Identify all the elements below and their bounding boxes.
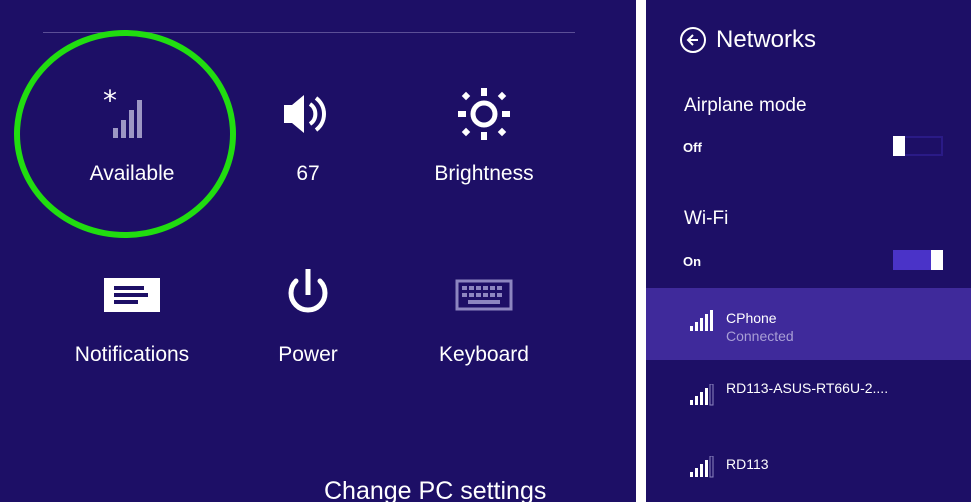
power-label: Power bbox=[278, 343, 338, 366]
change-pc-settings-link[interactable]: Change PC settings bbox=[324, 477, 546, 502]
networks-header: Networks bbox=[680, 26, 816, 54]
notifications-tile[interactable]: Notifications bbox=[42, 263, 222, 367]
brightness-label: Brightness bbox=[434, 162, 534, 185]
brightness-icon bbox=[452, 82, 516, 146]
network-item-rd113-asus[interactable]: RD113-ASUS-RT66U-2.... bbox=[646, 360, 971, 432]
networks-title: Networks bbox=[716, 26, 817, 53]
airplane-mode-state: Off bbox=[683, 140, 702, 155]
brightness-tile[interactable]: Brightness bbox=[394, 82, 574, 186]
airplane-mode-toggle[interactable] bbox=[893, 136, 943, 156]
keyboard-tile[interactable]: Keyboard bbox=[394, 263, 574, 367]
wifi-title: Wi-Fi bbox=[684, 208, 729, 229]
wifi-signal-icon bbox=[688, 455, 718, 485]
airplane-mode-title: Airplane mode bbox=[684, 95, 807, 116]
quick-settings-panel: * Available 67 Brightness Notifications … bbox=[0, 0, 636, 502]
power-tile[interactable]: Power bbox=[218, 263, 398, 367]
network-item-rd113[interactable]: RD113 bbox=[646, 432, 971, 502]
network-status: Connected bbox=[726, 328, 794, 344]
networks-panel: Networks Airplane mode Off Wi-Fi On CPho… bbox=[646, 0, 971, 502]
network-name: CPhone bbox=[726, 310, 777, 326]
volume-tile[interactable]: 67 bbox=[218, 82, 398, 186]
highlight-ring bbox=[14, 30, 236, 238]
power-icon bbox=[278, 263, 338, 327]
wifi-toggle-thumb bbox=[931, 250, 943, 270]
keyboard-icon bbox=[453, 263, 515, 327]
network-name: RD113 bbox=[726, 456, 769, 472]
volume-icon bbox=[278, 82, 338, 146]
network-name: RD113-ASUS-RT66U-2.... bbox=[726, 380, 889, 396]
notifications-icon bbox=[102, 263, 162, 327]
volume-label: 67 bbox=[296, 162, 320, 185]
wifi-toggle[interactable] bbox=[893, 250, 943, 270]
wifi-signal-icon bbox=[688, 383, 718, 413]
airplane-toggle-thumb bbox=[893, 136, 905, 156]
keyboard-label: Keyboard bbox=[439, 343, 529, 366]
network-item-cphone[interactable]: CPhone Connected bbox=[646, 288, 971, 360]
wifi-state: On bbox=[683, 254, 702, 269]
notifications-label: Notifications bbox=[74, 343, 190, 366]
back-arrow-icon[interactable] bbox=[680, 27, 706, 53]
wifi-signal-icon bbox=[688, 310, 718, 339]
